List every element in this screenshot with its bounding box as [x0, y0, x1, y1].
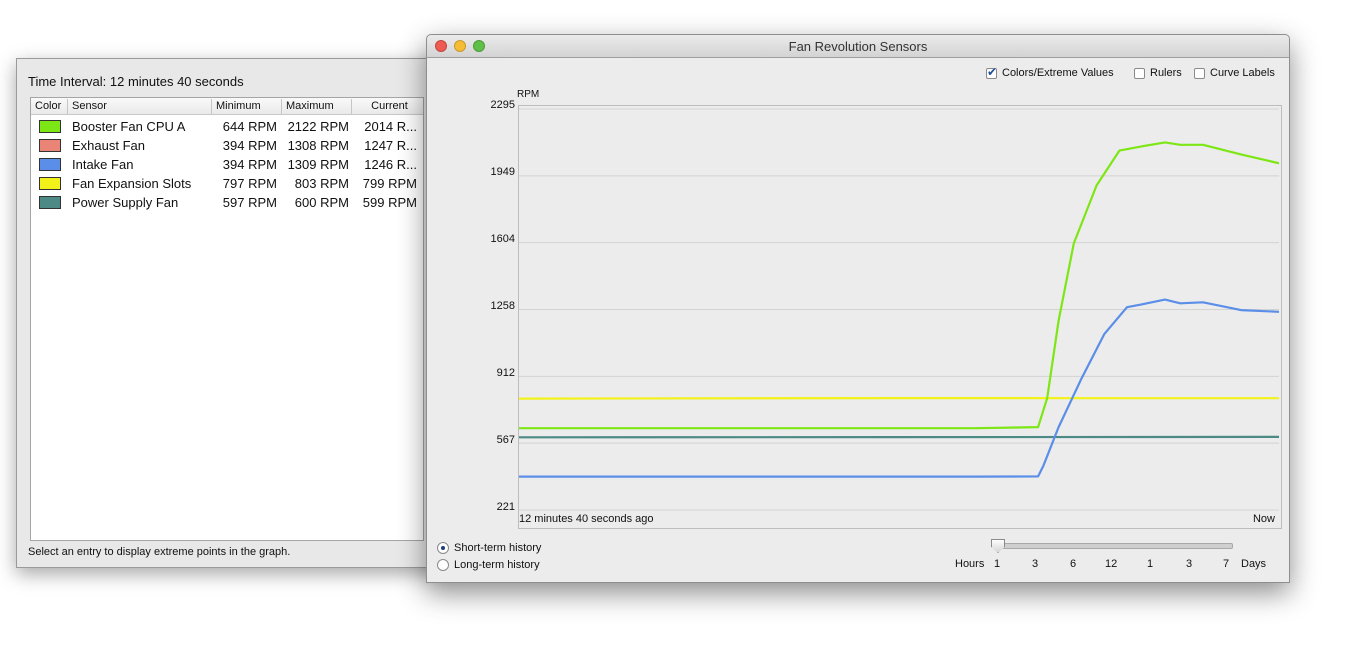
color-swatch[interactable]	[39, 139, 61, 152]
time-interval-label: Time Interval: 12 minutes 40 seconds	[28, 74, 244, 89]
column-header-color[interactable]: Color	[31, 99, 67, 114]
sensor-maximum: 803 RPM	[294, 176, 349, 191]
sensor-name: Exhaust Fan	[72, 138, 145, 153]
x-axis-end-label: Now	[1252, 513, 1275, 525]
sensor-list-window: Time Interval: 12 minutes 40 seconds Col…	[16, 58, 448, 568]
short-term-history-label: Short-term history	[454, 542, 542, 554]
color-swatch[interactable]	[39, 120, 61, 133]
slider-days-label: Days	[1241, 558, 1267, 570]
series-line-fan-expansion-slots	[518, 397, 1280, 400]
sensor-current: 1247 R...	[364, 138, 417, 153]
y-tick-label: 2295	[490, 99, 515, 111]
rpm-chart[interactable]	[518, 105, 1282, 529]
rulers-option[interactable]: Rulers	[1134, 67, 1182, 79]
y-tick-label: 1604	[490, 233, 515, 245]
window-title: Fan Revolution Sensors	[788, 39, 928, 54]
table-row[interactable]: Booster Fan CPU A 644 RPM 2122 RPM 2014 …	[31, 117, 423, 136]
sensor-minimum: 797 RPM	[222, 176, 277, 191]
table-row[interactable]: Intake Fan 394 RPM 1309 RPM 1246 R...	[31, 155, 423, 174]
sensor-maximum: 2122 RPM	[287, 119, 349, 134]
y-tick-label: 912	[496, 367, 515, 379]
sensor-rows: Booster Fan CPU A 644 RPM 2122 RPM 2014 …	[31, 117, 423, 212]
sensor-maximum: 1309 RPM	[287, 157, 349, 172]
short-term-history-option[interactable]: Short-term history	[437, 542, 541, 554]
chart-plot-area	[518, 108, 1280, 511]
color-swatch[interactable]	[39, 158, 61, 171]
sensor-name: Power Supply Fan	[72, 195, 179, 210]
slider-tick-label: 7	[1223, 558, 1230, 570]
colors-extreme-values-checkbox[interactable]	[986, 65, 997, 79]
sensor-current: 599 RPM	[362, 195, 417, 210]
sensor-minimum: 597 RPM	[222, 195, 277, 210]
slider-hours-label: Hours	[955, 558, 985, 570]
sensor-current: 1246 R...	[364, 157, 417, 172]
y-tick-label: 221	[496, 501, 515, 513]
slider-tick-label: 12	[1105, 558, 1118, 570]
table-row[interactable]: Exhaust Fan 394 RPM 1308 RPM 1247 R...	[31, 136, 423, 155]
sensor-table[interactable]: Color Sensor Minimum Maximum Current Boo…	[30, 97, 424, 541]
slider-tick-label: 3	[1186, 558, 1193, 570]
colors-extreme-values-option[interactable]: Colors/Extreme Values	[986, 65, 1114, 79]
fan-sensors-graph-window: Fan Revolution Sensors Colors/Extreme Va…	[426, 34, 1290, 583]
sensor-maximum: 600 RPM	[294, 195, 349, 210]
sensor-name: Intake Fan	[72, 157, 134, 172]
rulers-label: Rulers	[1150, 67, 1182, 79]
long-term-history-radio[interactable]	[437, 559, 449, 571]
sensor-name: Fan Expansion Slots	[72, 176, 192, 191]
sensor-current: 799 RPM	[362, 176, 417, 191]
column-header-minimum[interactable]: Minimum	[211, 99, 281, 114]
column-header-maximum[interactable]: Maximum	[281, 99, 351, 114]
long-term-history-label: Long-term history	[454, 559, 540, 571]
history-range-slider[interactable]	[995, 543, 1233, 549]
long-term-history-option[interactable]: Long-term history	[437, 559, 540, 571]
table-row[interactable]: Fan Expansion Slots 797 RPM 803 RPM 799 …	[31, 174, 423, 193]
sensor-minimum: 644 RPM	[222, 119, 277, 134]
table-row[interactable]: Power Supply Fan 597 RPM 600 RPM 599 RPM	[31, 193, 423, 212]
status-bar-text: Select an entry to display extreme point…	[28, 546, 291, 558]
color-swatch[interactable]	[39, 196, 61, 209]
table-header: Color Sensor Minimum Maximum Current	[31, 98, 423, 115]
series-line-booster-fan-cpu-a	[519, 141, 1280, 430]
curve-labels-option[interactable]: Curve Labels	[1194, 67, 1275, 79]
sensor-current: 2014 R...	[364, 119, 417, 134]
sensor-minimum: 394 RPM	[222, 157, 277, 172]
y-tick-label: 567	[496, 434, 515, 446]
slider-tick-label: 1	[994, 558, 1001, 570]
window-titlebar[interactable]: Fan Revolution Sensors	[427, 35, 1289, 58]
sensor-name: Booster Fan CPU A	[72, 119, 186, 134]
y-axis-label: RPM	[517, 89, 540, 100]
sensor-minimum: 394 RPM	[222, 138, 277, 153]
series-line-intake-fan	[519, 298, 1280, 478]
curve-labels-label: Curve Labels	[1210, 67, 1275, 79]
slider-tick-label: 3	[1032, 558, 1039, 570]
y-tick-label: 1258	[490, 300, 515, 312]
x-axis-start-label: 12 minutes 40 seconds ago	[519, 513, 654, 525]
column-header-sensor[interactable]: Sensor	[67, 99, 211, 114]
sensor-maximum: 1308 RPM	[287, 138, 349, 153]
slider-tick-label: 1	[1147, 558, 1154, 570]
slider-knob[interactable]	[991, 539, 1005, 553]
slider-tick-label: 6	[1070, 558, 1077, 570]
y-tick-label: 1949	[490, 166, 515, 178]
colors-extreme-values-label: Colors/Extreme Values	[1002, 67, 1114, 79]
curve-labels-checkbox[interactable]	[1194, 67, 1205, 79]
rulers-checkbox[interactable]	[1134, 67, 1145, 79]
short-term-history-radio[interactable]	[437, 542, 449, 554]
column-header-current[interactable]: Current	[351, 99, 423, 114]
color-swatch[interactable]	[39, 177, 61, 190]
